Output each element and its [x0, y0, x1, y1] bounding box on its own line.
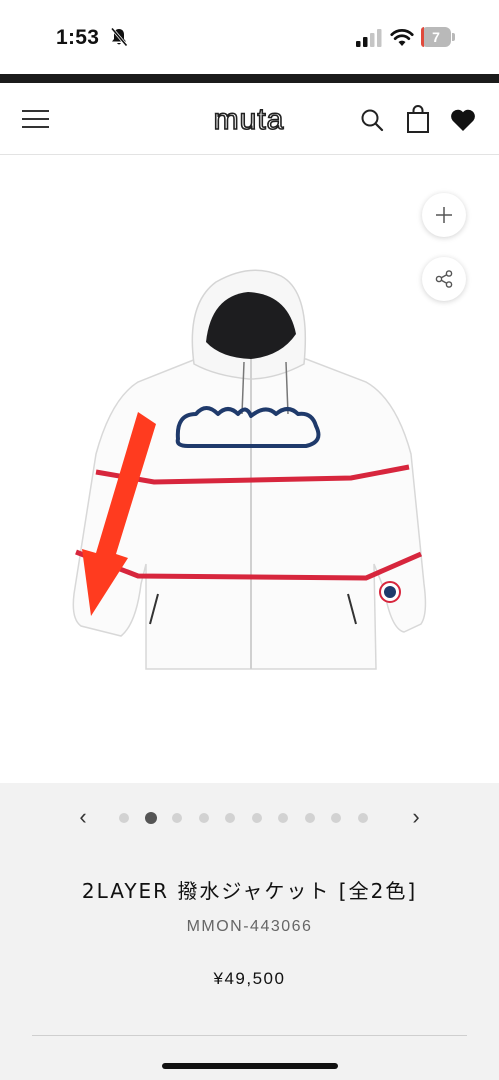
- gallery-prev-button[interactable]: ‹: [72, 805, 94, 829]
- product-image-gallery[interactable]: [0, 156, 499, 783]
- wifi-icon: [390, 29, 414, 46]
- hamburger-menu-icon[interactable]: [22, 107, 50, 131]
- zoom-button[interactable]: [422, 193, 466, 237]
- product-price: ¥49,500: [213, 969, 286, 988]
- status-time: 1:53: [56, 26, 100, 49]
- jacket-photo: [72, 269, 427, 670]
- gallery-dot[interactable]: [331, 813, 341, 823]
- product-title: 2LAYER 撥水ジャケット [全2色]: [81, 879, 418, 903]
- gallery-dot[interactable]: [357, 813, 368, 823]
- divider: [32, 1035, 467, 1036]
- gallery-dot[interactable]: [144, 812, 157, 824]
- gallery-next-button[interactable]: ›: [405, 805, 427, 829]
- shopping-bag-icon[interactable]: [406, 105, 430, 133]
- cellular-signal-icon: [356, 29, 382, 47]
- search-icon[interactable]: [360, 108, 384, 132]
- top-band: [0, 74, 499, 83]
- plus-icon: [436, 207, 452, 223]
- battery-icon: 7: [421, 27, 455, 47]
- brand-logo[interactable]: muta: [198, 103, 300, 137]
- gallery-dot[interactable]: [198, 813, 209, 823]
- status-bar: 1:53 7: [0, 0, 499, 74]
- gallery-dot[interactable]: [251, 813, 262, 823]
- gallery-dot[interactable]: [119, 813, 129, 823]
- product-sku: MMON-443066: [186, 918, 313, 935]
- heart-icon[interactable]: [450, 108, 476, 132]
- gallery-dot[interactable]: [225, 813, 235, 823]
- bell-slash-icon: [110, 27, 128, 47]
- svg-text:muta: muta: [214, 103, 285, 136]
- battery-level: 7: [432, 29, 440, 45]
- gallery-dot[interactable]: [278, 813, 288, 823]
- share-icon: [435, 270, 453, 288]
- product-info: ‹ › 2LAYER 撥水ジャケット [全2色] MMON-443066 ¥49…: [0, 783, 499, 1080]
- gallery-dot[interactable]: [304, 813, 315, 823]
- site-header: muta: [0, 83, 499, 155]
- gallery-dot[interactable]: [172, 813, 182, 823]
- home-indicator: [162, 1063, 338, 1069]
